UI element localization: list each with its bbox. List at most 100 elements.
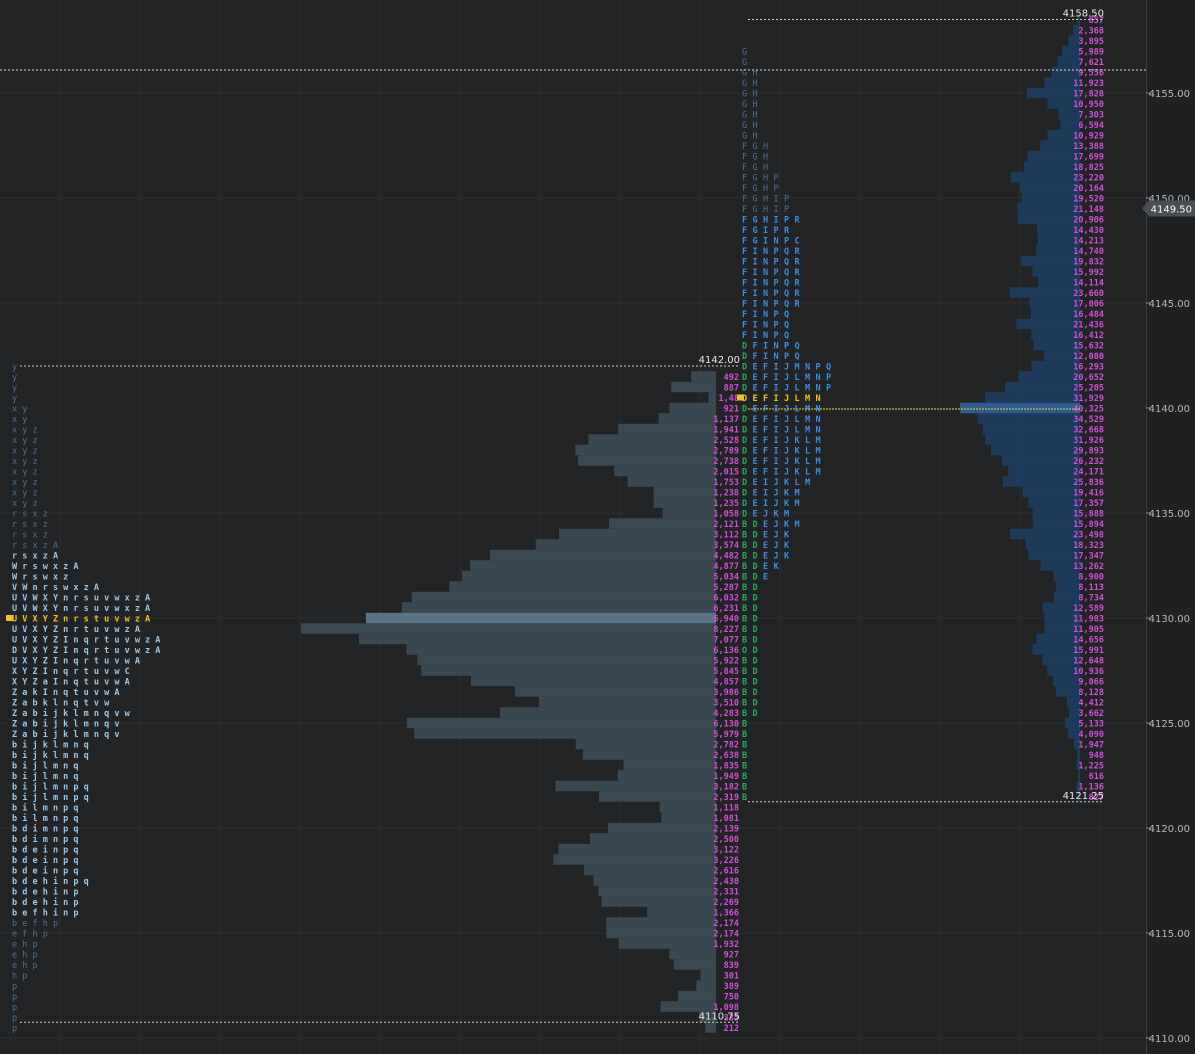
price-axis[interactable]	[1146, 0, 1195, 1054]
volume-label: 2,616	[713, 867, 739, 877]
tpo-letter: H	[763, 142, 768, 152]
market-profile-chart[interactable]: 212 335 1,098 750 389 301 839 927 1,932 2,174 2,17…	[0, 0, 1195, 1054]
volume-label: 2,782	[713, 741, 739, 751]
tpo-letters: b i j l m n q	[12, 761, 79, 772]
tpo-letter: P	[774, 289, 779, 299]
tpo-letters: b d i m n p q	[12, 824, 79, 835]
tpo-letter: D	[753, 552, 758, 562]
tpo-letters: b i j k l m n q	[12, 740, 89, 751]
volume-bar	[449, 581, 716, 592]
volume-label: 3,112	[713, 531, 739, 541]
tpo-letter: B	[742, 720, 747, 730]
volume-label: 1,058	[713, 510, 739, 520]
volume-bar	[1053, 675, 1080, 687]
tpo-letter: P	[774, 331, 779, 341]
volume-label: 2,139	[713, 825, 739, 835]
volume-bar	[960, 402, 1080, 414]
tpo-letter: F	[763, 384, 768, 394]
volume-label: 23,498	[1073, 531, 1104, 541]
tpo-letter: I	[774, 363, 779, 373]
tpo-letter: P	[774, 174, 779, 184]
volume-label: 12,080	[1073, 352, 1104, 362]
tpo-letters: b d e i n p q	[12, 866, 79, 877]
tpo-letter: F	[742, 258, 747, 268]
tpo-letters: b i l m n p q	[12, 803, 79, 814]
tpo-letter: K	[774, 510, 780, 520]
tpo-letter: J	[784, 447, 789, 457]
volume-bar	[708, 392, 716, 403]
tpo-letters: Z a b i j k l m n q v w	[12, 708, 131, 719]
tpo-letter: K	[784, 489, 790, 499]
tpo-letters: U V X Y Z I n q r t u v w z A	[12, 636, 160, 646]
tpo-letter: H	[763, 216, 768, 226]
tpo-letter: D	[753, 573, 758, 583]
tpo-letter: M	[795, 363, 800, 373]
volume-label: 2,738	[713, 457, 739, 467]
tpo-letters: U V X Y Z n r s t u v w z A	[12, 615, 150, 625]
tpo-letter: E	[753, 415, 758, 425]
tpo-letter: G	[742, 79, 747, 89]
tpo-letters: b i l m n p q	[12, 813, 79, 824]
tpo-letters: W r s w x z	[12, 573, 68, 583]
volume-bar	[1028, 497, 1080, 508]
tpo-letter: D	[742, 499, 747, 509]
tpo-letter: P	[826, 384, 831, 394]
volume-label: 4,412	[1078, 699, 1104, 709]
volume-label: 17,357	[1073, 499, 1104, 509]
volume-bar	[1003, 476, 1080, 487]
volume-label: 40,325	[1073, 405, 1104, 415]
tpo-letters: Z a b i j k l m n q v	[12, 719, 119, 730]
volume-bar	[601, 896, 716, 907]
tpo-letter: R	[795, 247, 801, 257]
volume-bar	[599, 791, 716, 802]
volume-label: 19,832	[1073, 258, 1104, 268]
volume-bar	[623, 759, 716, 771]
volume-bar	[1027, 150, 1080, 162]
tpo-letter: E	[753, 436, 758, 446]
tpo-letter: K	[774, 562, 780, 572]
tpo-letter: J	[784, 363, 789, 373]
tpo-letter: E	[753, 447, 758, 457]
tpo-letter: P	[784, 205, 789, 215]
volume-label: 1,947	[1078, 741, 1104, 751]
tpo-letter: B	[742, 741, 747, 751]
volume-bar	[1058, 108, 1080, 120]
volume-label: 19,416	[1073, 489, 1104, 499]
volume-label: 5,133	[1078, 720, 1104, 730]
tpo-letter: D	[742, 510, 747, 520]
tpo-letter: Q	[826, 363, 831, 373]
volume-label: 31,926	[1073, 436, 1104, 446]
tpo-letter: E	[763, 531, 768, 541]
tpo-letters: y	[12, 384, 17, 394]
tpo-letter: B	[742, 531, 747, 541]
volume-bar	[514, 686, 716, 697]
tpo-letter: J	[774, 541, 779, 551]
tpo-letter: P	[816, 363, 821, 373]
tpo-letter: I	[753, 300, 758, 310]
tpo-letter: K	[784, 552, 790, 562]
chart-canvas[interactable]: 2123351,0987503893018399271,9322,1742,17…	[0, 0, 1195, 1054]
tpo-letter: G	[742, 48, 747, 58]
volume-label: 3,895	[1078, 37, 1104, 47]
tpo-letter: F	[742, 300, 747, 310]
tpo-letters: W r s w x z A	[12, 562, 79, 572]
volume-bar	[653, 486, 716, 498]
tpo-letter: K	[784, 541, 790, 551]
tpo-letters: x y z	[12, 457, 38, 467]
volume-label: 3,510	[713, 699, 739, 709]
tpo-letters: V W n r s w x z A	[12, 583, 99, 593]
volume-bar	[301, 623, 716, 634]
volume-bar	[662, 507, 716, 519]
tpo-letter: P	[774, 321, 779, 331]
volume-label: 14,114	[1073, 279, 1104, 289]
volume-bar	[589, 833, 716, 844]
volume-label: 13,388	[1073, 142, 1104, 152]
tpo-letter: I	[774, 384, 779, 394]
tpo-letter: D	[742, 363, 747, 373]
volume-bar	[617, 770, 716, 781]
tpo-letter: Q	[784, 247, 789, 257]
tpo-letter: D	[753, 678, 758, 688]
volume-label: 17,699	[1073, 153, 1104, 163]
tpo-letters: b e f h p	[12, 919, 58, 929]
tpo-letter: Q	[795, 342, 800, 352]
